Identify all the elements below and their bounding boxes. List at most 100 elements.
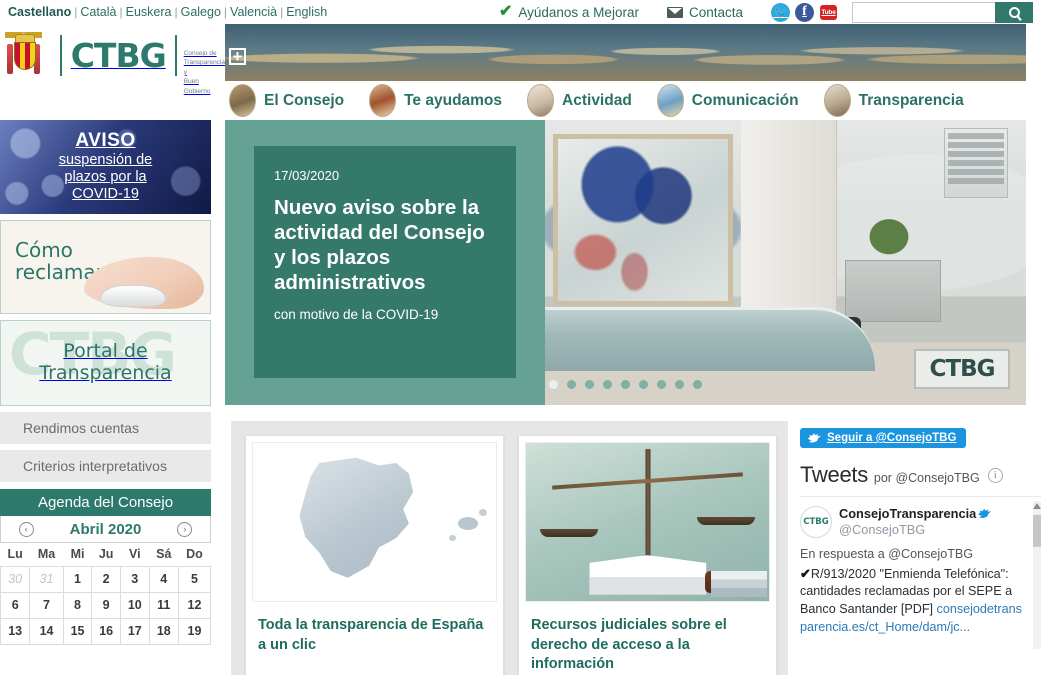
language-link-english[interactable]: English — [283, 5, 330, 19]
facebook-icon[interactable]: f — [795, 2, 814, 22]
calendar-day[interactable]: 15 — [62, 617, 93, 645]
timeline-scrollbar[interactable] — [1033, 501, 1041, 649]
carousel-dot[interactable] — [693, 380, 702, 389]
calendar-day[interactable]: 13 — [0, 617, 31, 645]
spain-coat-of-arms-icon — [5, 32, 42, 84]
subtitle-line-1: Consejo de — [183, 50, 217, 57]
twitter-icon[interactable]: 🐦 — [771, 2, 790, 22]
calendar-week-row: 6 7 8 9 10 11 12 — [0, 591, 212, 619]
calendar-weekday: Sá — [156, 547, 172, 562]
content-card-title[interactable]: Toda la transparencia de España a un cli… — [246, 608, 503, 669]
scroll-up-icon[interactable] — [1033, 501, 1041, 509]
mouse-illustration — [100, 285, 166, 307]
calendar-weekday: Lu — [7, 547, 23, 562]
covid-line-1: AVISO — [75, 130, 136, 152]
ctbg-acronym: CTBG — [70, 36, 167, 75]
calendar-day[interactable]: 17 — [119, 617, 150, 645]
carousel-dot[interactable] — [657, 380, 666, 389]
info-icon[interactable]: i — [987, 467, 1003, 483]
calendar-day[interactable]: 1 — [62, 565, 93, 593]
calendar-day[interactable]: 4 — [148, 565, 179, 593]
tweet-author-name[interactable]: ConsejoTransparencia — [839, 506, 976, 521]
site-header-logo: CTBG Consejo de Transparencia y Buen Gob… — [0, 24, 225, 120]
calendar-next-icon[interactable]: › — [177, 521, 193, 537]
sidebar-link-criterios-interpretativos[interactable]: Criterios interpretativos — [0, 450, 211, 482]
top-utility-bar: Castellano | Català | Euskera | Galego | Valenci… — [0, 0, 1041, 24]
calendar-day[interactable]: 16 — [91, 617, 121, 645]
nav-item-label: El Consejo — [264, 91, 345, 109]
scrollbar-thumb[interactable] — [1033, 515, 1041, 547]
hero-carousel: CTBG 17/03/2020 Nuevo aviso sobre la act… — [225, 120, 1026, 405]
spain-map-image — [252, 442, 497, 602]
carousel-dot[interactable] — [567, 380, 576, 389]
calendar-weekday: Ju — [98, 547, 114, 562]
twitter-follow-button[interactable]: Seguir a @ConsejoTBG — [800, 428, 967, 448]
calendar-day[interactable]: 9 — [91, 591, 121, 619]
tweet-author-handle[interactable]: @ConsejoTBG — [839, 522, 991, 539]
verified-bird-icon — [978, 508, 992, 519]
main-navigation: El Consejo Te ayudamos Actividad Comunicaci… — [225, 81, 1041, 120]
expand-icon[interactable] — [229, 48, 246, 65]
calendar-day[interactable]: 14 — [29, 617, 64, 645]
calendar-day[interactable]: 30 — [0, 565, 31, 593]
subtitle-line-2: Transparencia y — [183, 59, 225, 76]
nav-item-actividad[interactable]: Actividad — [527, 84, 632, 117]
carousel-dot[interactable] — [603, 380, 612, 389]
improve-link[interactable]: ✔ Ayúdanos a Mejorar — [499, 4, 639, 20]
nav-item-comunicación[interactable]: Comunicación — [656, 84, 799, 117]
carousel-dot[interactable] — [585, 380, 594, 389]
calendar-day[interactable]: 3 — [119, 565, 150, 593]
calendar-day[interactable]: 5 — [177, 565, 212, 593]
calendar-prev-icon[interactable]: ‹ — [18, 521, 34, 537]
language-link-galego[interactable]: Galego — [178, 5, 224, 19]
calendar-day[interactable]: 11 — [148, 591, 179, 619]
calendar-day[interactable]: 10 — [119, 591, 150, 619]
mail-icon — [666, 6, 683, 18]
ctbg-logo-link[interactable]: CTBG Consejo de Transparencia y Buen Gob… — [59, 32, 225, 96]
banner-portal-transparencia[interactable]: CTBG Portal de Transparencia — [0, 320, 211, 406]
sidebar-link-rendimos-cuentas[interactable]: Rendimos cuentas — [0, 412, 211, 444]
subtitle-line-3: Buen Gobierno — [183, 78, 211, 95]
content-card[interactable]: Recursos judiciales sobre el derecho de … — [518, 435, 777, 675]
nav-thumbnail-icon — [656, 84, 684, 117]
carousel-dot[interactable] — [639, 380, 648, 389]
carousel-dot[interactable] — [549, 380, 558, 389]
calendar-day[interactable]: 18 — [148, 617, 179, 645]
search-input[interactable] — [852, 1, 995, 23]
calendar-day[interactable]: 19 — [177, 617, 212, 645]
carousel-dot[interactable] — [675, 380, 684, 389]
calendar-day[interactable]: 8 — [62, 591, 93, 619]
island-shape — [449, 535, 456, 541]
language-link-valencià[interactable]: Valencià — [227, 5, 280, 19]
nav-item-transparencia[interactable]: Transparencia — [823, 84, 964, 117]
tweet-author-names: ConsejoTransparencia @ConsejoTBG — [839, 506, 992, 539]
spain-peninsula-shape — [299, 457, 414, 578]
calendar-day[interactable]: 6 — [0, 591, 31, 619]
language-switcher: Castellano | Català | Euskera | Galego | Valenci… — [0, 5, 330, 19]
language-link-euskera[interactable]: Euskera — [123, 5, 175, 19]
calendar-day[interactable]: 31 — [29, 565, 64, 593]
nav-item-el-consejo[interactable]: El Consejo — [229, 84, 344, 117]
banner-covid-notice[interactable]: AVISO suspensión de plazos por la COVID-… — [0, 120, 211, 214]
contact-label: Contacta — [688, 4, 743, 20]
carousel-dot[interactable] — [621, 380, 630, 389]
content-card-title[interactable]: Recursos judiciales sobre el derecho de … — [519, 608, 776, 675]
hero-slide-card[interactable]: 17/03/2020 Nuevo aviso sobre la activida… — [254, 146, 516, 378]
calendar-day[interactable]: 7 — [29, 591, 64, 619]
directory-signboard — [944, 128, 1008, 198]
contact-link[interactable]: Contacta — [666, 4, 743, 20]
calendar-day[interactable]: 2 — [91, 565, 121, 593]
ctbg-logo-box: CTBG — [59, 35, 177, 76]
calendar-month-label: Abril 2020 — [69, 520, 142, 538]
calendar-day[interactable]: 12 — [177, 591, 212, 619]
language-link-castellano[interactable]: Castellano — [5, 5, 74, 19]
language-link-català[interactable]: Català — [77, 5, 119, 19]
improve-label: Ayúdanos a Mejorar — [518, 4, 639, 20]
nav-item-te-ayudamos[interactable]: Te ayudamos — [369, 84, 502, 117]
nav-thumbnail-icon — [527, 84, 555, 117]
twitter-heading: Tweets por @ConsejoTBG i — [800, 448, 1041, 496]
banner-como-reclamar[interactable]: Cómo reclamar — [0, 220, 211, 314]
search-button[interactable] — [995, 1, 1033, 23]
youtube-icon[interactable]: Tube — [819, 2, 838, 22]
content-card[interactable]: Toda la transparencia de España a un cli… — [245, 435, 504, 675]
